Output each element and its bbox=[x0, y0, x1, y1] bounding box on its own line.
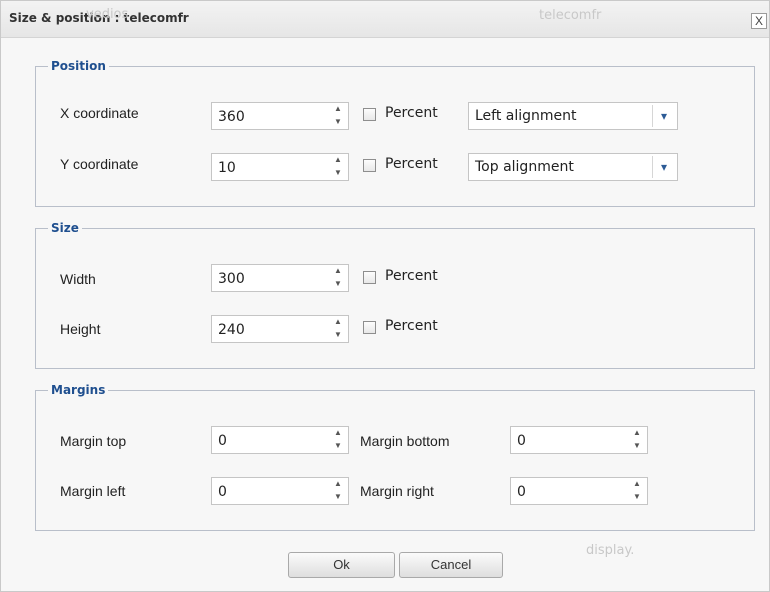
background-tab-text: vedios bbox=[86, 7, 129, 22]
width-percent-checkbox[interactable] bbox=[363, 271, 376, 284]
size-fieldset: Size bbox=[35, 221, 755, 369]
x-alignment-select[interactable]: Left alignment ▾ bbox=[468, 102, 678, 130]
x-coordinate-field[interactable]: ▲ ▼ bbox=[211, 102, 349, 130]
x-coordinate-label: X coordinate bbox=[60, 105, 139, 121]
margin-left-input[interactable] bbox=[218, 480, 318, 504]
position-fieldset: Position bbox=[35, 59, 755, 207]
cancel-button[interactable]: Cancel bbox=[399, 552, 503, 578]
position-legend: Position bbox=[51, 59, 106, 73]
spinner-icon[interactable]: ▲ ▼ bbox=[328, 478, 348, 504]
height-percent-checkbox[interactable] bbox=[363, 321, 376, 334]
size-position-dialog: Size & position : telecomfr X vedios tel… bbox=[0, 0, 770, 592]
margin-bottom-label: Margin bottom bbox=[360, 433, 450, 449]
chevron-down-icon[interactable]: ▾ bbox=[652, 105, 675, 127]
x-alignment-value: Left alignment bbox=[475, 108, 577, 124]
chevron-down-icon[interactable]: ▾ bbox=[652, 156, 675, 178]
x-percent-label: Percent bbox=[385, 105, 438, 121]
margin-bottom-input[interactable] bbox=[517, 429, 617, 453]
margin-right-input[interactable] bbox=[517, 480, 617, 504]
spinner-icon[interactable]: ▲ ▼ bbox=[328, 154, 348, 180]
ok-button[interactable]: Ok bbox=[288, 552, 395, 578]
margin-right-label: Margin right bbox=[360, 483, 434, 499]
margin-top-input[interactable] bbox=[218, 429, 318, 453]
y-coordinate-input[interactable] bbox=[218, 156, 318, 180]
y-coordinate-field[interactable]: ▲ ▼ bbox=[211, 153, 349, 181]
margin-left-label: Margin left bbox=[60, 483, 126, 499]
margin-left-field[interactable]: ▲ ▼ bbox=[211, 477, 349, 505]
y-percent-checkbox[interactable] bbox=[363, 159, 376, 172]
x-percent-checkbox[interactable] bbox=[363, 108, 376, 121]
margin-bottom-field[interactable]: ▲ ▼ bbox=[510, 426, 648, 454]
height-field[interactable]: ▲ ▼ bbox=[211, 315, 349, 343]
y-alignment-select[interactable]: Top alignment ▾ bbox=[468, 153, 678, 181]
background-footer-text: display. bbox=[586, 543, 635, 558]
margins-legend: Margins bbox=[51, 383, 106, 397]
background-header-text: telecomfr bbox=[539, 8, 602, 23]
size-legend: Size bbox=[51, 221, 79, 235]
y-alignment-value: Top alignment bbox=[475, 159, 574, 175]
width-percent-label: Percent bbox=[385, 268, 438, 284]
spinner-icon[interactable]: ▲ ▼ bbox=[627, 427, 647, 453]
height-input[interactable] bbox=[218, 318, 318, 342]
spinner-icon[interactable]: ▲ ▼ bbox=[627, 478, 647, 504]
x-coordinate-input[interactable] bbox=[218, 105, 318, 129]
width-input[interactable] bbox=[218, 267, 318, 291]
spinner-icon[interactable]: ▲ ▼ bbox=[328, 427, 348, 453]
margin-right-field[interactable]: ▲ ▼ bbox=[510, 477, 648, 505]
y-coordinate-label: Y coordinate bbox=[60, 156, 139, 172]
height-label: Height bbox=[60, 321, 101, 337]
spinner-icon[interactable]: ▲ ▼ bbox=[328, 103, 348, 129]
close-icon[interactable]: X bbox=[751, 13, 767, 29]
height-percent-label: Percent bbox=[385, 318, 438, 334]
margin-top-label: Margin top bbox=[60, 433, 127, 449]
spinner-icon[interactable]: ▲ ▼ bbox=[328, 265, 348, 291]
margins-fieldset: Margins bbox=[35, 383, 755, 531]
spinner-icon[interactable]: ▲ ▼ bbox=[328, 316, 348, 342]
y-percent-label: Percent bbox=[385, 156, 438, 172]
width-field[interactable]: ▲ ▼ bbox=[211, 264, 349, 292]
margin-top-field[interactable]: ▲ ▼ bbox=[211, 426, 349, 454]
width-label: Width bbox=[60, 271, 96, 287]
